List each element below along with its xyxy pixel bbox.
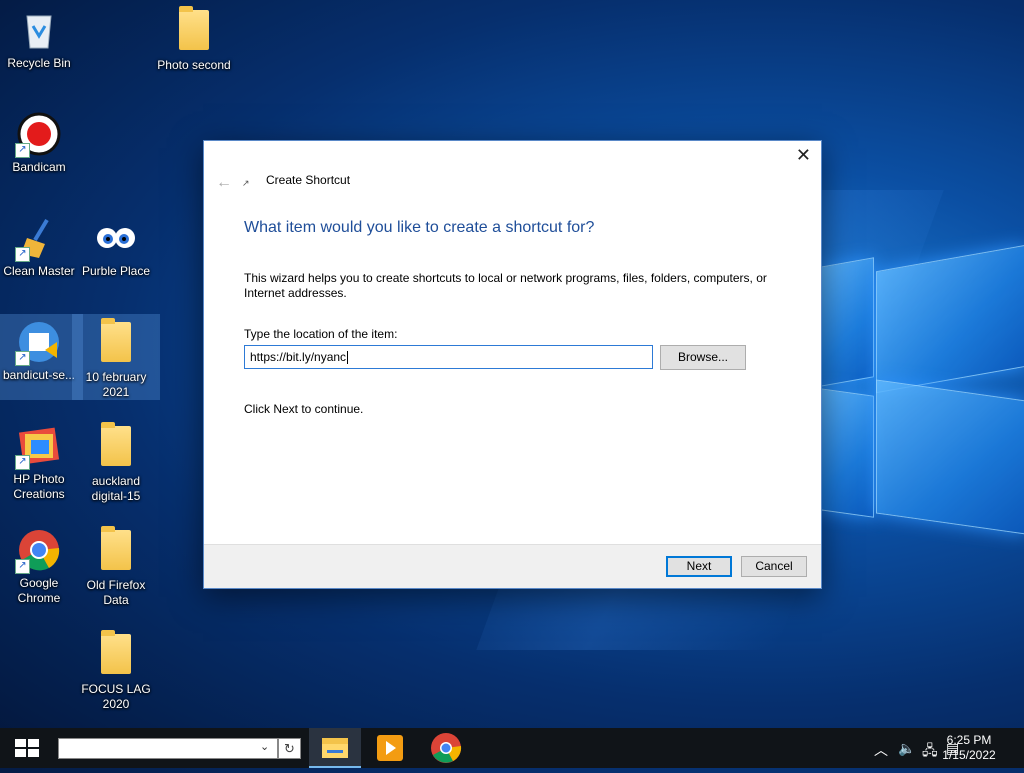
bandicam-icon: ↗ xyxy=(15,112,61,158)
shortcut-arrow-icon: ↗ xyxy=(15,455,30,470)
location-input[interactable]: https://bit.ly/nyanc xyxy=(244,345,653,369)
text-caret xyxy=(347,351,349,365)
dialog-footer: Next Cancel xyxy=(204,544,821,588)
start-button[interactable] xyxy=(0,728,54,768)
desktop-icon-label: auckland digital-15 xyxy=(91,474,141,503)
media-player-icon xyxy=(377,735,403,761)
desktop-icon-recycle-bin[interactable]: Recycle Bin xyxy=(1,8,77,71)
desktop-icon-label: bandicut-se... xyxy=(2,368,76,382)
desktop-icon-label: Google Chrome xyxy=(17,576,61,605)
clock[interactable]: 6:25 PM 1/15/2022 xyxy=(934,733,1004,763)
desktop-icon-clean-master[interactable]: ↗ Clean Master xyxy=(1,216,77,279)
clock-time: 6:25 PM xyxy=(946,733,992,747)
clock-date: 1/15/2022 xyxy=(942,748,996,762)
desktop-icon-focus-lag-2020[interactable]: FOCUS LAG 2020 xyxy=(78,630,154,712)
desktop-icon-google-chrome[interactable]: ↗ Google Chrome xyxy=(1,528,77,606)
taskbar: ⌄ ↻ ︿ 🔈 🖧 ▤ 6:25 PM 1/15/2022 xyxy=(0,728,1024,768)
taskbar-file-explorer[interactable] xyxy=(309,728,361,768)
dialog-description: This wizard helps you to create shortcut… xyxy=(244,271,767,300)
hp-photo-icon: ↗ xyxy=(15,424,61,470)
desktop-icon-10-february-2021[interactable]: 10 february 2021 xyxy=(72,314,160,400)
shortcut-arrow-icon: ↗ xyxy=(15,143,30,158)
desktop-icon-label: Purble Place xyxy=(81,264,151,278)
desktop-icon-bandicam[interactable]: ↗ Bandicam xyxy=(1,112,77,175)
close-icon[interactable]: ✕ xyxy=(796,145,811,166)
desktop-icon-label: Photo second xyxy=(157,58,231,72)
next-button[interactable]: Next xyxy=(666,556,732,577)
dialog-heading: What item would you like to create a sho… xyxy=(244,219,595,236)
desktop-icon-label: Old Firefox Data xyxy=(86,578,146,607)
purble-eyes-icon xyxy=(94,216,138,260)
desktop-icon-old-firefox-data[interactable]: Old Firefox Data xyxy=(78,526,154,608)
location-label: Type the location of the item: xyxy=(244,327,398,341)
folder-icon xyxy=(94,526,138,574)
dialog-title: Create Shortcut xyxy=(266,173,351,187)
create-shortcut-dialog: ✕ ← ↗ Create Shortcut What item would yo… xyxy=(203,140,822,589)
location-input-value: https://bit.ly/nyanc xyxy=(250,350,347,364)
shortcut-wizard-icon: ↗ xyxy=(242,178,250,188)
desktop-icon-label: Recycle Bin xyxy=(7,56,71,70)
refresh-icon[interactable]: ↻ xyxy=(278,738,301,759)
back-arrow-icon[interactable]: ← xyxy=(216,174,232,192)
folder-icon xyxy=(94,422,138,470)
taskbar-chrome[interactable] xyxy=(420,728,472,768)
desktop-icon-label: Clean Master xyxy=(3,264,75,278)
windows-wallpaper-logo xyxy=(820,244,1024,550)
shortcut-arrow-icon: ↗ xyxy=(15,351,30,366)
taskbar-address-input[interactable] xyxy=(58,738,278,759)
chevron-up-icon[interactable]: ︿ xyxy=(874,740,888,760)
chrome-icon xyxy=(431,733,462,763)
system-tray: ︿ 🔈 🖧 ▤ 6:25 PM 1/15/2022 xyxy=(824,728,1024,768)
desktop-icon-purble-place[interactable]: Purble Place xyxy=(78,216,154,279)
file-explorer-icon xyxy=(322,738,348,758)
folder-icon xyxy=(172,6,216,54)
desktop-icon-label: FOCUS LAG 2020 xyxy=(81,682,151,711)
desktop-icon-bandicut[interactable]: ↗ bandicut-se... xyxy=(0,314,83,400)
chrome-icon: ↗ xyxy=(15,528,61,574)
taskbar-media-player[interactable] xyxy=(364,728,416,768)
folder-icon xyxy=(94,630,138,678)
continue-hint: Click Next to continue. xyxy=(244,402,364,416)
cancel-button[interactable]: Cancel xyxy=(741,556,807,577)
folder-icon xyxy=(94,318,138,366)
desktop-icon-label: HP Photo Creations xyxy=(13,472,65,501)
desktop-icon-label: Bandicam xyxy=(12,160,66,174)
recycle-bin-icon xyxy=(17,8,61,52)
browse-button[interactable]: Browse... xyxy=(660,345,746,370)
desktop-icon-auckland-digital[interactable]: auckland digital-15 xyxy=(78,422,154,504)
desktop-icon-photo-second[interactable]: Photo second xyxy=(156,6,232,73)
broom-icon: ↗ xyxy=(15,216,61,262)
chevron-down-icon[interactable]: ⌄ xyxy=(260,738,274,757)
windows-start-icon xyxy=(15,739,39,757)
volume-icon[interactable]: 🔈 xyxy=(898,740,915,757)
desktop-icon-hp-photo-creations[interactable]: ↗ HP Photo Creations xyxy=(1,424,77,502)
shortcut-arrow-icon: ↗ xyxy=(15,559,30,574)
bandicut-icon: ↗ xyxy=(15,320,61,366)
shortcut-arrow-icon: ↗ xyxy=(15,247,30,262)
